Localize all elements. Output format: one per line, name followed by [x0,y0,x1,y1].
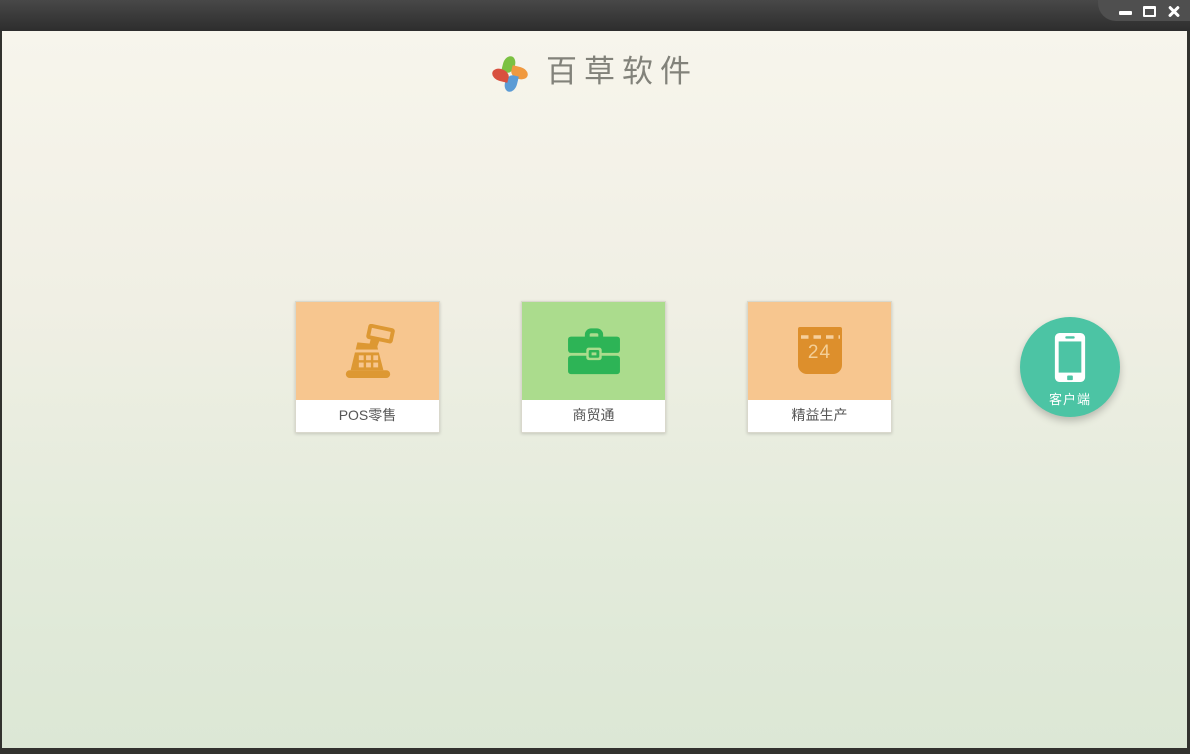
close-icon [1167,4,1181,18]
brand-header: 百草软件 [2,31,1187,94]
window-controls [1098,0,1190,21]
main-content: 百草软件 POS零售 商贸通 24 精益生产 客户端 [2,31,1187,748]
product-card-pos[interactable]: POS零售 [295,301,440,433]
product-card-label: 商贸通 [572,407,615,423]
app-title: 百草软件 [546,53,698,90]
maximize-button[interactable] [1142,4,1157,18]
product-card-lean[interactable]: 24 精益生产 [747,301,892,433]
product-tile [522,302,665,400]
product-card-label: POS零售 [338,407,397,423]
minimize-icon [1119,11,1132,15]
app-window: 百草软件 POS零售 商贸通 24 精益生产 客户端 [0,0,1190,754]
smartphone-icon [1054,332,1086,383]
minimize-button[interactable] [1118,4,1133,18]
pinwheel-logo-icon [490,54,530,94]
product-card-trade[interactable]: 商贸通 [521,301,666,433]
client-button[interactable]: 客户端 [1020,317,1120,417]
client-button-label: 客户端 [1048,392,1091,407]
close-button[interactable] [1166,4,1181,18]
product-tile [296,302,439,400]
cash-register-icon [345,324,395,378]
briefcase-icon [567,328,620,375]
calendar-day: 24 [807,342,832,363]
maximize-icon [1143,5,1156,17]
product-card-label: 精益生产 [791,407,848,423]
product-tile: 24 [748,302,891,400]
window-titlebar[interactable] [0,0,1190,31]
